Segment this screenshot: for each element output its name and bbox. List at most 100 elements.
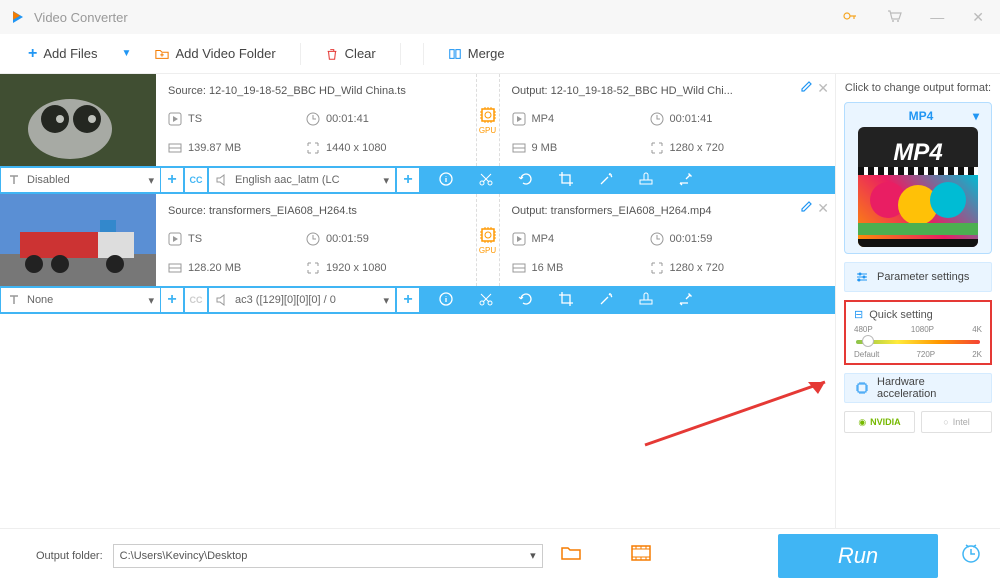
effects-icon[interactable] [598,291,614,310]
mp4-icon: MP4 [858,127,978,247]
app-title: Video Converter [34,10,836,25]
quality-slider[interactable] [856,340,980,344]
chevron-down-icon: ▾ [383,294,389,307]
schedule-icon[interactable] [960,542,982,569]
chip-icon [855,381,869,395]
add-video-folder-button[interactable]: Add Video Folder [147,42,283,65]
rotate-icon[interactable] [518,171,534,190]
subtitle-edit-icon[interactable] [678,291,694,310]
crop-icon[interactable] [558,171,574,190]
merge-button[interactable]: Merge [440,42,513,65]
play-file-icon [168,112,182,126]
cart-icon[interactable] [880,4,908,31]
add-audio-button[interactable]: + [396,167,420,193]
text-icon [7,293,21,307]
minimize-button[interactable]: — [924,5,950,29]
plus-icon: + [28,45,37,63]
add-files-button[interactable]: +Add Files [20,41,106,67]
effects-icon[interactable] [598,171,614,190]
output-folder-label: Output folder: [36,550,103,562]
remove-item-icon[interactable]: ✕ [817,200,829,217]
output-label: Output: transformers_EIA608_H264.mp4 [512,205,808,217]
add-subtitle-button[interactable]: + [160,167,184,193]
speaker-icon [215,173,229,187]
info-icon[interactable] [438,291,454,310]
storage-icon [512,261,526,275]
output-label: Output: 12-10_19-18-52_BBC HD_Wild Chi..… [512,85,808,97]
trash-icon [325,47,339,61]
hw-vendors: ◉NVIDIA ○Intel [844,411,992,433]
item-controlbar: Disabled ▾ + CC English aac_latm (LC ▾ + [0,166,835,194]
hardware-accel-button[interactable]: Hardware acceleration [844,373,992,403]
open-folder-icon[interactable] [561,545,581,566]
list-item: Source: transformers_EIA608_H264.ts TS 0… [0,194,835,314]
quick-setting-panel: ⊟Quick setting 480P 1080P 4K Default 720… [844,300,992,365]
watermark-icon[interactable] [638,291,654,310]
cut-icon[interactable] [478,291,494,310]
add-audio-button[interactable]: + [396,287,420,313]
clear-button[interactable]: Clear [317,42,384,65]
resolution-icon [306,141,320,155]
play-file-icon [512,232,526,246]
edit-output-icon[interactable] [801,200,813,215]
clock-icon [306,232,320,246]
clock-icon [650,232,664,246]
app-window: Video Converter — ✕ +Add Files ▼ Add Vid… [0,0,1000,582]
play-file-icon [512,112,526,126]
system-buttons: — ✕ [836,4,990,31]
output-film-icon[interactable] [631,545,651,566]
crop-icon[interactable] [558,291,574,310]
format-heading: Click to change output format: [844,82,992,94]
subtitle-select[interactable]: Disabled ▾ [0,167,160,193]
cc-button[interactable]: CC [184,167,208,193]
sliders-icon [855,270,869,284]
subtitle-select[interactable]: None ▾ [0,287,160,313]
audio-select[interactable]: English aac_latm (LC ▾ [208,167,396,193]
edit-output-icon[interactable] [801,80,813,95]
cut-icon[interactable] [478,171,494,190]
key-icon[interactable] [836,4,864,31]
side-panel: Click to change output format: MP4▾ MP4 … [835,74,1000,528]
video-thumbnail[interactable] [0,74,156,166]
info-icon[interactable] [438,171,454,190]
toggle-icon[interactable]: ⊟ [854,308,863,321]
source-panel: Source: 12-10_19-18-52_BBC HD_Wild China… [156,74,476,166]
bottom-bar: Output folder: C:\Users\Kevincy\Desktop … [0,528,1000,582]
speaker-icon [215,293,229,307]
add-files-dropdown-icon[interactable]: ▼ [122,48,132,59]
resolution-icon [650,261,664,275]
merge-icon [448,47,462,61]
remove-item-icon[interactable]: ✕ [817,80,829,97]
file-list: Source: 12-10_19-18-52_BBC HD_Wild China… [0,74,835,528]
list-item: Source: 12-10_19-18-52_BBC HD_Wild China… [0,74,835,194]
nvidia-badge: ◉NVIDIA [844,411,915,433]
subtitle-edit-icon[interactable] [678,171,694,190]
item-controlbar: None ▾ + CC ac3 ([129][0][0][0] / 0 ▾ + [0,286,835,314]
video-thumbnail[interactable] [0,194,156,286]
output-panel: ✕ Output: 12-10_19-18-52_BBC HD_Wild Chi… [500,74,836,166]
slider-knob[interactable] [862,335,874,347]
storage-icon [512,141,526,155]
output-folder-select[interactable]: C:\Users\Kevincy\Desktop ▾ [113,544,543,568]
clock-icon [650,112,664,126]
chevron-down-icon: ▾ [148,174,154,187]
chevron-down-icon: ▾ [383,174,389,187]
app-logo-icon [10,9,26,25]
cc-button[interactable]: CC [184,287,208,313]
run-button[interactable]: Run [778,534,938,578]
audio-select[interactable]: ac3 ([129][0][0][0] / 0 ▾ [208,287,396,313]
watermark-icon[interactable] [638,171,654,190]
add-subtitle-button[interactable]: + [160,287,184,313]
output-format-card[interactable]: MP4▾ MP4 [844,102,992,254]
parameter-settings-button[interactable]: Parameter settings [844,262,992,292]
clock-icon [306,112,320,126]
main-toolbar: +Add Files ▼ Add Video Folder Clear Merg… [0,34,1000,74]
rotate-icon[interactable] [518,291,534,310]
output-panel: ✕ Output: transformers_EIA608_H264.mp4 M… [500,194,836,286]
close-button[interactable]: ✕ [966,5,990,30]
resolution-icon [306,261,320,275]
storage-icon [168,261,182,275]
gpu-badge: GPU [476,194,500,286]
main-area: Source: 12-10_19-18-52_BBC HD_Wild China… [0,74,1000,528]
chevron-down-icon: ▾ [973,109,979,123]
